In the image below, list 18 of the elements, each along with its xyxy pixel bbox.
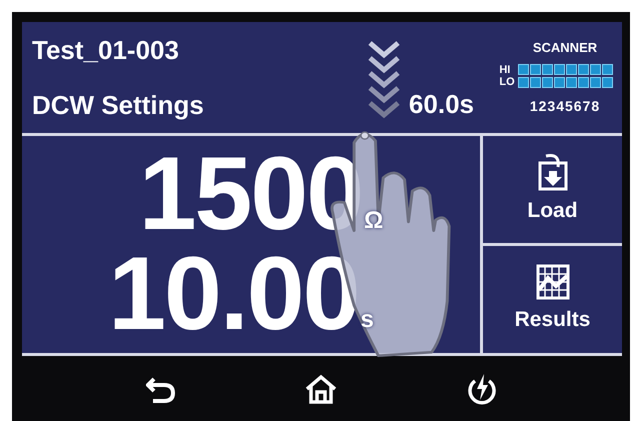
unit-label: Ω	[364, 208, 384, 236]
row-label: LO	[499, 76, 515, 88]
channel-numbers: 12345678	[530, 96, 600, 116]
reading-value: 10.00	[108, 252, 358, 336]
load-icon	[536, 152, 570, 191]
power-icon	[466, 372, 498, 404]
results-button[interactable]: Results	[483, 243, 622, 353]
mode-title: DCW Settings	[32, 92, 205, 118]
ramp-time: 60.0s	[408, 91, 474, 119]
unit-label: s	[360, 308, 374, 335]
chart-icon	[536, 264, 570, 300]
home-icon	[304, 374, 337, 404]
back-icon	[146, 374, 176, 402]
chevrons-down-icon	[366, 39, 401, 119]
test-name: Test_01-003	[32, 36, 180, 63]
row-label: HI	[499, 64, 512, 76]
scanner-title: SCANNER	[532, 39, 598, 58]
load-button[interactable]: Load	[483, 136, 622, 243]
